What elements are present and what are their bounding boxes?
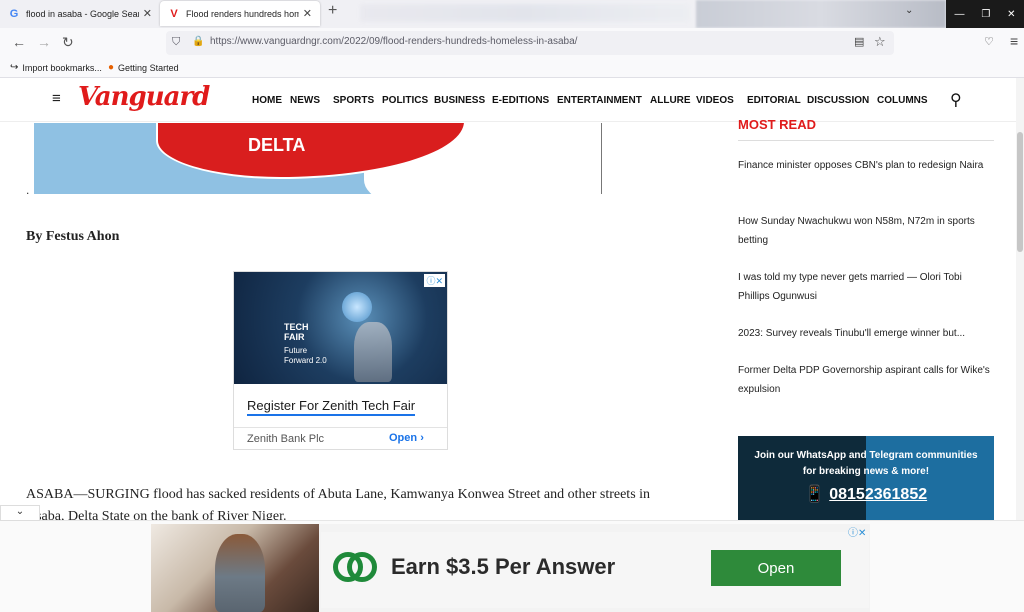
most-read-item[interactable]: I was told my type never gets married — … bbox=[738, 268, 994, 306]
url-bar[interactable]: ⛉ 🔒 https://www.vanguardngr.com/2022/09/… bbox=[166, 31, 894, 55]
most-read-item[interactable]: 2023: Survey reveals Tinubu'll emerge wi… bbox=[738, 324, 994, 343]
ad-tagline-line: Future bbox=[284, 346, 308, 355]
page-scrollbar[interactable] bbox=[1016, 78, 1024, 520]
ad-open-label: Open bbox=[389, 432, 418, 444]
nav-editorial[interactable]: EDITORIAL bbox=[747, 95, 801, 106]
nav-columns[interactable]: COLUMNS bbox=[877, 95, 928, 106]
tab-title: flood in asaba - Google Search bbox=[26, 8, 139, 19]
tab-google-search[interactable]: G flood in asaba - Google Search ✕ bbox=[0, 1, 160, 26]
close-tab-icon[interactable]: ✕ bbox=[143, 7, 152, 20]
ring-right bbox=[347, 552, 377, 582]
forward-icon[interactable]: → bbox=[37, 34, 51, 50]
lock-icon[interactable]: 🔒 bbox=[192, 36, 204, 47]
window-controls: — ❐ ✕ bbox=[946, 0, 1024, 28]
promo-text: Join our WhatsApp and Telegram communiti… bbox=[738, 448, 994, 480]
navigation-toolbar: ← → ↻ ⛉ 🔒 https://www.vanguardngr.com/20… bbox=[0, 28, 1024, 58]
nav-business[interactable]: BUSINESS bbox=[434, 95, 485, 106]
most-read-heading: MOST READ bbox=[738, 117, 816, 132]
bottom-ad-open-button[interactable]: Open bbox=[711, 550, 841, 586]
tab-strip: G flood in asaba - Google Search ✕ V Flo… bbox=[0, 0, 1024, 28]
most-read-divider bbox=[738, 140, 994, 141]
robot-hand-graphic bbox=[354, 322, 392, 382]
ad-image[interactable]: TECH FAIR Future Forward 2.0 bbox=[234, 272, 447, 384]
ad-brand-line: FAIR bbox=[284, 332, 305, 342]
new-tab-button[interactable]: + bbox=[328, 2, 337, 20]
ad-brand-text: TECH FAIR bbox=[284, 322, 309, 342]
globe-graphic bbox=[342, 292, 372, 322]
tab-title: Flood renders hundreds homeless-in-asaba bbox=[186, 8, 299, 19]
tab-list-chevron-icon[interactable]: ⌄ bbox=[905, 5, 913, 16]
scrollbar-thumb[interactable] bbox=[1017, 132, 1023, 252]
nav-home[interactable]: HOME bbox=[252, 95, 282, 106]
collapse-ad-button[interactable]: ⌄ bbox=[0, 505, 40, 521]
ad-person-graphic bbox=[215, 534, 265, 612]
tab-vanguard-article[interactable]: V Flood renders hundreds homeless-in-asa… bbox=[160, 1, 320, 26]
blurred-region bbox=[360, 4, 690, 22]
nav-news[interactable]: NEWS bbox=[290, 95, 320, 106]
ad-tagline: Future Forward 2.0 bbox=[284, 346, 327, 366]
nav-allure[interactable]: ALLURE bbox=[650, 95, 691, 106]
nav-e-editions[interactable]: E-EDITIONS bbox=[492, 95, 549, 106]
phone-icon: 📱 bbox=[804, 486, 825, 503]
reader-view-icon[interactable]: ▤ bbox=[854, 35, 864, 48]
nav-entertainment[interactable]: ENTERTAINMENT bbox=[557, 95, 642, 106]
pocket-icon[interactable]: ♡ bbox=[984, 35, 994, 48]
whatsapp-telegram-promo[interactable]: Join our WhatsApp and Telegram communiti… bbox=[738, 436, 994, 520]
hamburger-menu-icon[interactable]: ≡ bbox=[52, 90, 61, 107]
chevron-right-icon: › bbox=[420, 432, 424, 444]
most-read-item[interactable]: Former Delta PDP Governorship aspirant c… bbox=[738, 361, 994, 399]
ad-divider bbox=[234, 427, 447, 428]
minimize-icon[interactable]: — bbox=[954, 9, 964, 20]
search-icon[interactable]: ⚲ bbox=[950, 90, 962, 110]
google-favicon-icon: G bbox=[9, 7, 19, 20]
bookmark-label: Import bookmarks... bbox=[22, 62, 102, 73]
import-icon: ↪ bbox=[10, 62, 19, 73]
reload-icon[interactable]: ↻ bbox=[62, 34, 74, 51]
site-header: ≡ Vanguard HOME NEWS SPORTS POLITICS BUS… bbox=[0, 78, 1024, 122]
bookmark-getting-started[interactable]: ● Getting Started bbox=[108, 62, 179, 73]
ad-sponsor: Zenith Bank Plc bbox=[247, 433, 325, 445]
ad-tagline-line: Forward 2.0 bbox=[284, 356, 327, 365]
article-byline: By Festus Ahon bbox=[26, 229, 120, 244]
tracking-protection-shield-icon[interactable]: ⛉ bbox=[172, 36, 180, 49]
ad-panel[interactable]: Earn $3.5 Per Answer Open bbox=[321, 532, 869, 608]
bookmark-import[interactable]: ↪ Import bookmarks... bbox=[10, 62, 102, 73]
caption-dot: . bbox=[26, 183, 30, 197]
nav-videos[interactable]: VIDEOS bbox=[696, 95, 734, 106]
vanguard-favicon-icon: V bbox=[170, 7, 178, 20]
bookmark-star-icon[interactable]: ☆ bbox=[874, 34, 886, 50]
ad-open-button[interactable]: Open › bbox=[389, 432, 424, 444]
nav-sports[interactable]: SPORTS bbox=[333, 95, 374, 106]
bottom-ad-headline[interactable]: Earn $3.5 Per Answer bbox=[391, 554, 615, 580]
map-label: DELTA bbox=[248, 135, 306, 155]
most-read-item[interactable]: How Sunday Nwachukwu won N58m, N72m in s… bbox=[738, 212, 994, 250]
bottom-sticky-ad[interactable]: Earn $3.5 Per Answer Open ⓘ✕ bbox=[151, 524, 870, 612]
url-text[interactable]: https://www.vanguardngr.com/2022/09/floo… bbox=[210, 36, 577, 47]
nav-discussion[interactable]: DISCUSSION bbox=[807, 95, 869, 106]
promo-phone-number[interactable]: 08152361852 bbox=[829, 486, 927, 503]
back-icon[interactable]: ← bbox=[12, 34, 26, 50]
article-hero-map-image: DELTA bbox=[34, 123, 602, 194]
ad-brand-line: TECH bbox=[284, 322, 309, 332]
site-logo[interactable]: Vanguard bbox=[78, 82, 210, 112]
promo-phone[interactable]: 📱 08152361852 bbox=[738, 484, 994, 504]
promo-line: for breaking news & more! bbox=[802, 466, 930, 477]
close-tab-icon[interactable]: ✕ bbox=[303, 7, 312, 20]
bookmarks-toolbar: ↪ Import bookmarks... ● Getting Started bbox=[0, 58, 1024, 78]
promo-line: Join our WhatsApp and Telegram communiti… bbox=[754, 450, 978, 461]
nav-politics[interactable]: POLITICS bbox=[382, 95, 428, 106]
ad-headline-link[interactable]: Register For Zenith Tech Fair bbox=[247, 398, 416, 416]
bookmark-label: Getting Started bbox=[118, 62, 179, 73]
most-read-item[interactable]: Finance minister opposes CBN's plan to r… bbox=[738, 156, 994, 175]
window-close-icon[interactable]: ✕ bbox=[1007, 9, 1015, 20]
inline-ad-zenith[interactable]: TECH FAIR Future Forward 2.0 ⓘ✕ Register… bbox=[233, 271, 448, 450]
app-menu-icon[interactable]: ≡ bbox=[1010, 33, 1018, 49]
adchoices-icon[interactable]: ⓘ✕ bbox=[848, 524, 866, 539]
ad-logo-rings-icon bbox=[333, 550, 381, 586]
restore-icon[interactable]: ❐ bbox=[981, 9, 990, 20]
ad-photo[interactable] bbox=[151, 524, 319, 612]
firefox-icon: ● bbox=[108, 62, 115, 73]
adchoices-icon[interactable]: ⓘ✕ bbox=[424, 274, 445, 287]
